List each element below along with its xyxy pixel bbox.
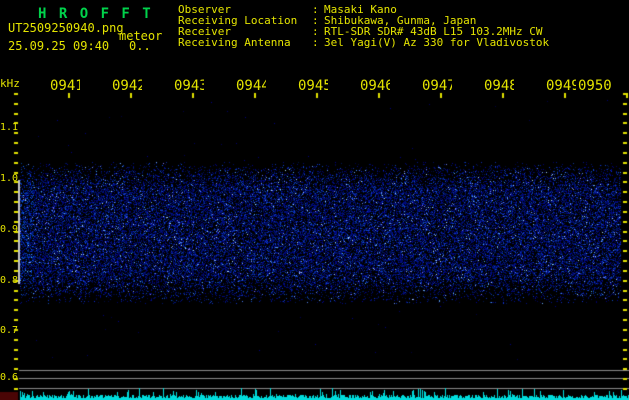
hrofft-window: H R O F F T UT2509250940.png meteor 25.0… [0,0,629,400]
freq-tick-label: 0.8 [0,275,19,286]
time-tick-label: 0949 [546,79,576,93]
freq-tick-label: 0.6 [0,372,19,383]
info-value: 3el Yagi(V) Az 330 for Vladivostok [324,36,550,49]
freq-unit-label: kHz [0,77,20,90]
freq-tick-label: 1.1 [0,122,19,133]
time-tick-label: 0941 [50,79,80,93]
info-label: Receiving Antenna [178,36,291,49]
time-tick-label: 0943 [174,79,204,93]
info-colon: : [312,36,319,49]
time-tick-label: 0945 [298,79,328,93]
app-title: H R O F F T [38,6,153,22]
freq-tick-label: 0.9 [0,224,19,235]
counter-label: 0.. [129,39,151,53]
output-filename: UT2509250940.png [8,21,124,35]
station-info-block: Observer: Masaki Kano Receiving Location: S… [178,4,549,48]
freq-tick-label: 0.7 [0,325,19,336]
time-tick-label: 0947 [422,79,452,93]
time-tick-label: 0946 [360,79,390,93]
time-tick-label: 0942 [112,79,142,93]
time-tick-label: 0950 [578,79,612,93]
time-tick-label: 0948 [484,79,514,93]
spectrogram-canvas [0,0,629,400]
time-tick-label: 0944 [236,79,266,93]
freq-tick-label: 1.0 [0,173,19,184]
station-info-row: Receiving Antenna:3el Yagi(V) Az 330 for… [178,37,549,48]
datetime-label: 25.09.25 09:40 [8,39,110,53]
